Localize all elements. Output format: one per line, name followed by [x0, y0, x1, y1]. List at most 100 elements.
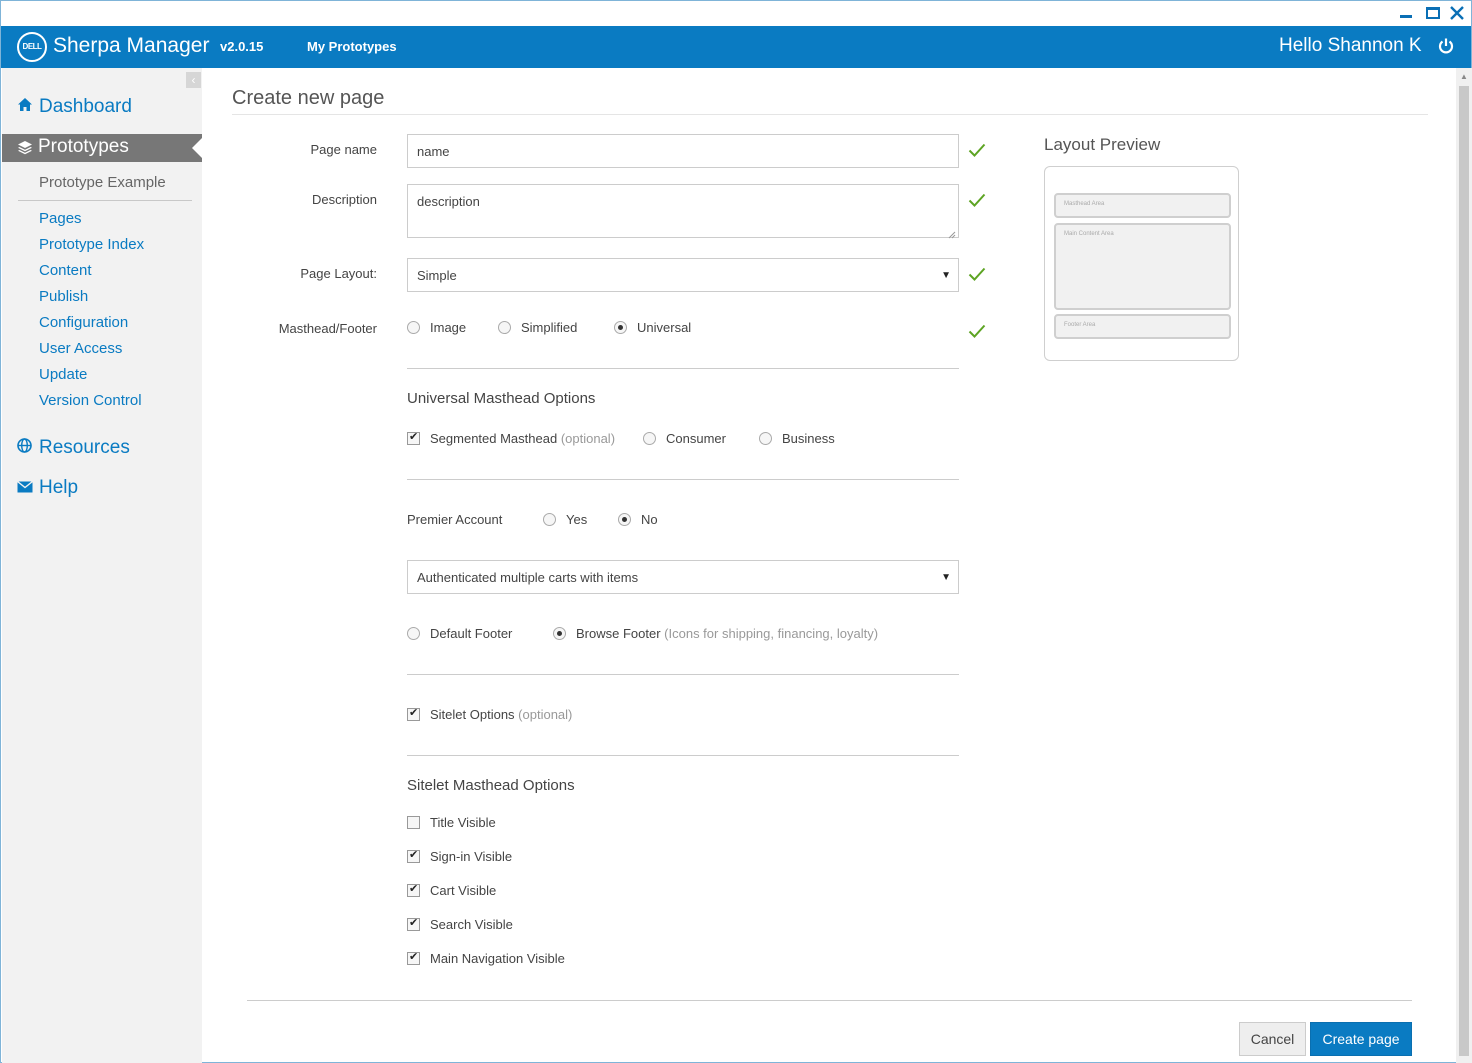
optional-hint: (optional) — [560, 431, 616, 446]
sidebar-item-update[interactable]: Update — [39, 366, 87, 383]
envelope-icon — [17, 480, 35, 497]
radio-button[interactable] — [759, 432, 772, 445]
default-footer-radio[interactable]: Default Footer — [407, 626, 512, 641]
valid-check-icon — [968, 142, 986, 158]
nav-dashboard[interactable]: Dashboard — [17, 96, 132, 118]
option-label: Browse Footer — [576, 626, 661, 641]
sidebar-item-publish[interactable]: Publish — [39, 288, 88, 305]
description-label: Description — [311, 192, 377, 207]
app-version: v2.0.15 — [220, 39, 264, 54]
dropdown-arrow-icon: ▼ — [941, 572, 951, 583]
valid-check-icon — [968, 266, 986, 282]
power-icon[interactable] — [1437, 37, 1455, 55]
sidebar-divider — [18, 200, 192, 201]
option-label: Simplified — [521, 320, 578, 335]
scroll-up-arrow-icon[interactable]: ▲ — [1460, 72, 1468, 81]
checkbox-checked[interactable] — [407, 706, 420, 721]
vertical-scrollbar[interactable]: ▲ — [1456, 68, 1472, 1063]
section-divider — [407, 755, 959, 756]
signin-visible-checkbox[interactable]: Sign-in Visible — [407, 848, 512, 864]
checkbox-checked[interactable] — [407, 916, 420, 931]
sidebar-item-configuration[interactable]: Configuration — [39, 314, 128, 331]
premier-no-radio[interactable]: No — [618, 512, 658, 527]
section-divider — [407, 674, 959, 675]
page-title: Create new page — [232, 87, 385, 109]
masthead-option-simplified[interactable]: Simplified — [498, 320, 577, 335]
radio-button[interactable] — [407, 321, 420, 334]
minimize-icon[interactable] — [1397, 4, 1415, 22]
scrollbar-thumb[interactable] — [1459, 86, 1469, 1056]
radio-button[interactable] — [643, 432, 656, 445]
option-label: Title Visible — [430, 815, 496, 830]
description-textarea[interactable]: description — [407, 184, 959, 239]
cart-state-select[interactable]: Authenticated multiple carts with items … — [407, 560, 959, 594]
app-header: DELL Sherpa Manager v2.0.15 My Prototype… — [1, 26, 1471, 68]
business-radio[interactable]: Business — [759, 431, 835, 446]
checkbox-checked[interactable] — [407, 430, 420, 445]
maximize-icon[interactable] — [1424, 4, 1442, 22]
sidebar-item-content[interactable]: Content — [39, 262, 92, 279]
dell-logo: DELL — [17, 32, 47, 62]
option-label: Sitelet Options — [430, 707, 515, 722]
nav-resources[interactable]: Resources — [17, 437, 130, 459]
current-prototype-name: Prototype Example — [39, 174, 166, 191]
radio-button-selected[interactable] — [618, 513, 631, 526]
title-visible-checkbox[interactable]: Title Visible — [407, 815, 496, 830]
description-value: description — [417, 194, 480, 209]
preview-main-content-area: Main Content Area — [1054, 223, 1231, 310]
close-icon[interactable] — [1448, 4, 1466, 22]
globe-icon — [17, 438, 35, 457]
window-titlebar — [1, 1, 1471, 26]
layout-preview-title: Layout Preview — [1044, 135, 1161, 154]
collapse-sidebar-icon[interactable]: ‹ — [186, 72, 201, 88]
masthead-option-universal[interactable]: Universal — [614, 320, 691, 335]
premier-yes-radio[interactable]: Yes — [543, 512, 587, 527]
consumer-radio[interactable]: Consumer — [643, 431, 726, 446]
sidebar-item-pages[interactable]: Pages — [39, 210, 82, 227]
nav-resources-label: Resources — [39, 437, 130, 458]
nav-prototypes[interactable]: Prototypes — [2, 134, 202, 162]
radio-button[interactable] — [543, 513, 556, 526]
page-layout-label: Page Layout: — [300, 266, 377, 281]
nav-dashboard-label: Dashboard — [39, 96, 132, 117]
main-nav-visible-checkbox[interactable]: Main Navigation Visible — [407, 950, 565, 966]
masthead-option-image[interactable]: Image — [407, 320, 466, 335]
app-window: DELL Sherpa Manager v2.0.15 My Prototype… — [0, 0, 1472, 1063]
radio-button-selected[interactable] — [553, 627, 566, 640]
nav-help[interactable]: Help — [17, 477, 78, 499]
resize-grip-icon[interactable] — [948, 227, 956, 239]
nav-help-label: Help — [39, 477, 79, 498]
my-prototypes-link[interactable]: My Prototypes — [307, 39, 397, 54]
title-divider — [232, 114, 1428, 115]
browse-footer-hint: (Icons for shipping, financing, loyalty) — [664, 626, 879, 641]
option-label: Segmented Masthead — [430, 431, 558, 446]
option-label: Main Navigation Visible — [430, 951, 565, 966]
radio-button-selected[interactable] — [614, 321, 627, 334]
sidebar-item-user-access[interactable]: User Access — [39, 340, 122, 357]
option-label: Cart Visible — [430, 883, 497, 898]
checkbox-checked[interactable] — [407, 950, 420, 965]
segmented-masthead-checkbox[interactable]: Segmented Masthead (optional) — [407, 430, 616, 446]
cart-state-value: Authenticated multiple carts with items — [417, 570, 639, 585]
layout-preview: Masthead Area Main Content Area Footer A… — [1044, 166, 1239, 361]
cancel-button[interactable]: Cancel — [1239, 1022, 1306, 1056]
checkbox-checked[interactable] — [407, 882, 420, 897]
radio-button[interactable] — [407, 627, 420, 640]
cart-visible-checkbox[interactable]: Cart Visible — [407, 882, 497, 898]
radio-button[interactable] — [498, 321, 511, 334]
option-label: No — [641, 512, 658, 527]
sitelet-options-checkbox[interactable]: Sitelet Options (optional) — [407, 706, 572, 722]
sidebar-item-version-control[interactable]: Version Control — [39, 392, 142, 409]
browse-footer-radio[interactable]: Browse Footer (Icons for shipping, finan… — [553, 626, 878, 641]
checkbox-unchecked[interactable] — [407, 816, 420, 829]
option-label: Universal — [637, 320, 692, 335]
sitelet-masthead-title: Sitelet Masthead Options — [407, 777, 575, 794]
search-visible-checkbox[interactable]: Search Visible — [407, 916, 513, 932]
create-page-button[interactable]: Create page — [1310, 1022, 1412, 1056]
checkbox-checked[interactable] — [407, 848, 420, 863]
sidebar: ‹ Dashboard Prototypes Prototype Example… — [2, 68, 202, 1063]
sidebar-item-prototype-index[interactable]: Prototype Index — [39, 236, 144, 253]
page-layout-select[interactable]: Simple ▼ — [407, 258, 959, 292]
option-label: Consumer — [666, 431, 726, 446]
page-name-input[interactable]: name — [407, 134, 959, 168]
